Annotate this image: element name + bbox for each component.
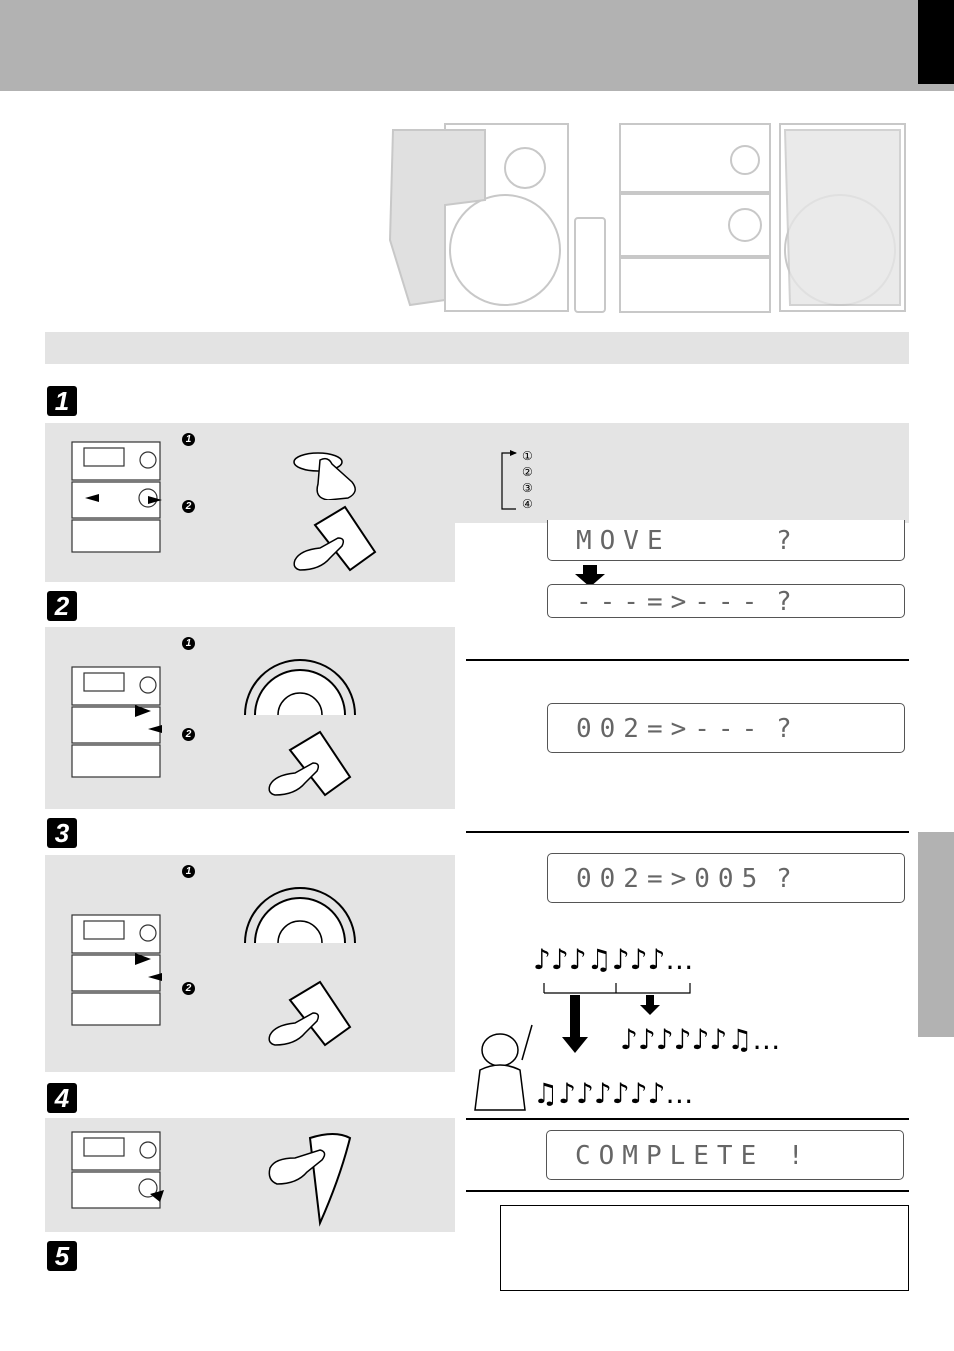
- sub-step-2-marker: 2: [182, 982, 195, 995]
- blinking-question-mark: ?: [776, 714, 800, 744]
- step-1-badge: 1: [47, 386, 77, 416]
- track-row-moved-after: ♪♪♪♪♪♪♫…: [620, 1023, 781, 1056]
- press-key-hand-icon: [268, 1133, 352, 1227]
- track-row-moved-before: ♫♪♪♪♪♪♪…: [533, 1077, 694, 1110]
- divider: [466, 831, 909, 833]
- jog-dial-icon: [244, 659, 356, 715]
- note-box: [500, 1205, 909, 1291]
- stereo-system-illustration: [388, 123, 906, 313]
- sub-step-2-marker: 2: [182, 500, 195, 513]
- divider: [466, 1190, 909, 1192]
- step-4-badge: 4: [47, 1083, 77, 1113]
- step-5-badge: 5: [47, 1241, 77, 1271]
- sub-step-1-marker: 1: [182, 637, 195, 650]
- step-3-badge: 3: [47, 818, 77, 848]
- section-heading-bar: [45, 332, 909, 364]
- header-band: [0, 0, 954, 91]
- cycle-item-2: ②: [522, 465, 533, 479]
- press-button-hand-icon: [293, 452, 356, 500]
- press-key-hand-icon: [268, 980, 352, 1047]
- divider: [466, 1118, 909, 1120]
- track-row-original: ♪♪♪♫♪♪♪…: [533, 943, 694, 976]
- blinking-question-mark: ?: [776, 526, 800, 556]
- step-2-badge: 2: [47, 591, 77, 621]
- sub-step-1-marker: 1: [182, 865, 195, 878]
- divider: [466, 659, 909, 661]
- blinking-question-mark: ?: [776, 587, 800, 617]
- press-key-hand-icon: [293, 505, 377, 572]
- unit-illustration: [71, 914, 162, 1026]
- display-complete-text: COMPLETE !: [575, 1141, 812, 1171]
- cycle-list: ① ② ③ ④: [522, 448, 533, 512]
- display-move-text: MOVE: [576, 526, 671, 556]
- cycle-item-3: ③: [522, 481, 533, 495]
- step-1-panel-top: [45, 423, 909, 523]
- display-move: MOVE ?: [547, 520, 905, 561]
- press-key-hand-icon: [268, 730, 352, 797]
- conductor-character-icon: [474, 1024, 533, 1111]
- cycle-item-4: ④: [522, 497, 533, 511]
- chapter-tab: [918, 0, 954, 84]
- unit-illustration: [71, 441, 162, 553]
- sub-step-1-marker: 1: [182, 433, 195, 446]
- blinking-question-mark: ?: [776, 864, 800, 894]
- display-confirm: 002=>005 ?: [547, 853, 905, 903]
- display-select-from: ---=>--- ?: [547, 584, 905, 618]
- unit-illustration: [71, 666, 162, 778]
- unit-illustration: [71, 1131, 164, 1209]
- display-select-from-text: ---=>---: [576, 587, 766, 617]
- display-select-to: 002=>--- ?: [547, 703, 905, 753]
- display-select-to-text: 002=>---: [576, 714, 766, 744]
- display-complete: COMPLETE !: [546, 1130, 904, 1180]
- jog-dial-icon: [244, 887, 356, 943]
- sub-step-2-marker: 2: [182, 728, 195, 741]
- cycle-bracket: [501, 450, 517, 510]
- side-index-tab: [918, 832, 954, 1037]
- cycle-item-1: ①: [522, 449, 533, 463]
- display-confirm-text: 002=>005: [576, 864, 766, 894]
